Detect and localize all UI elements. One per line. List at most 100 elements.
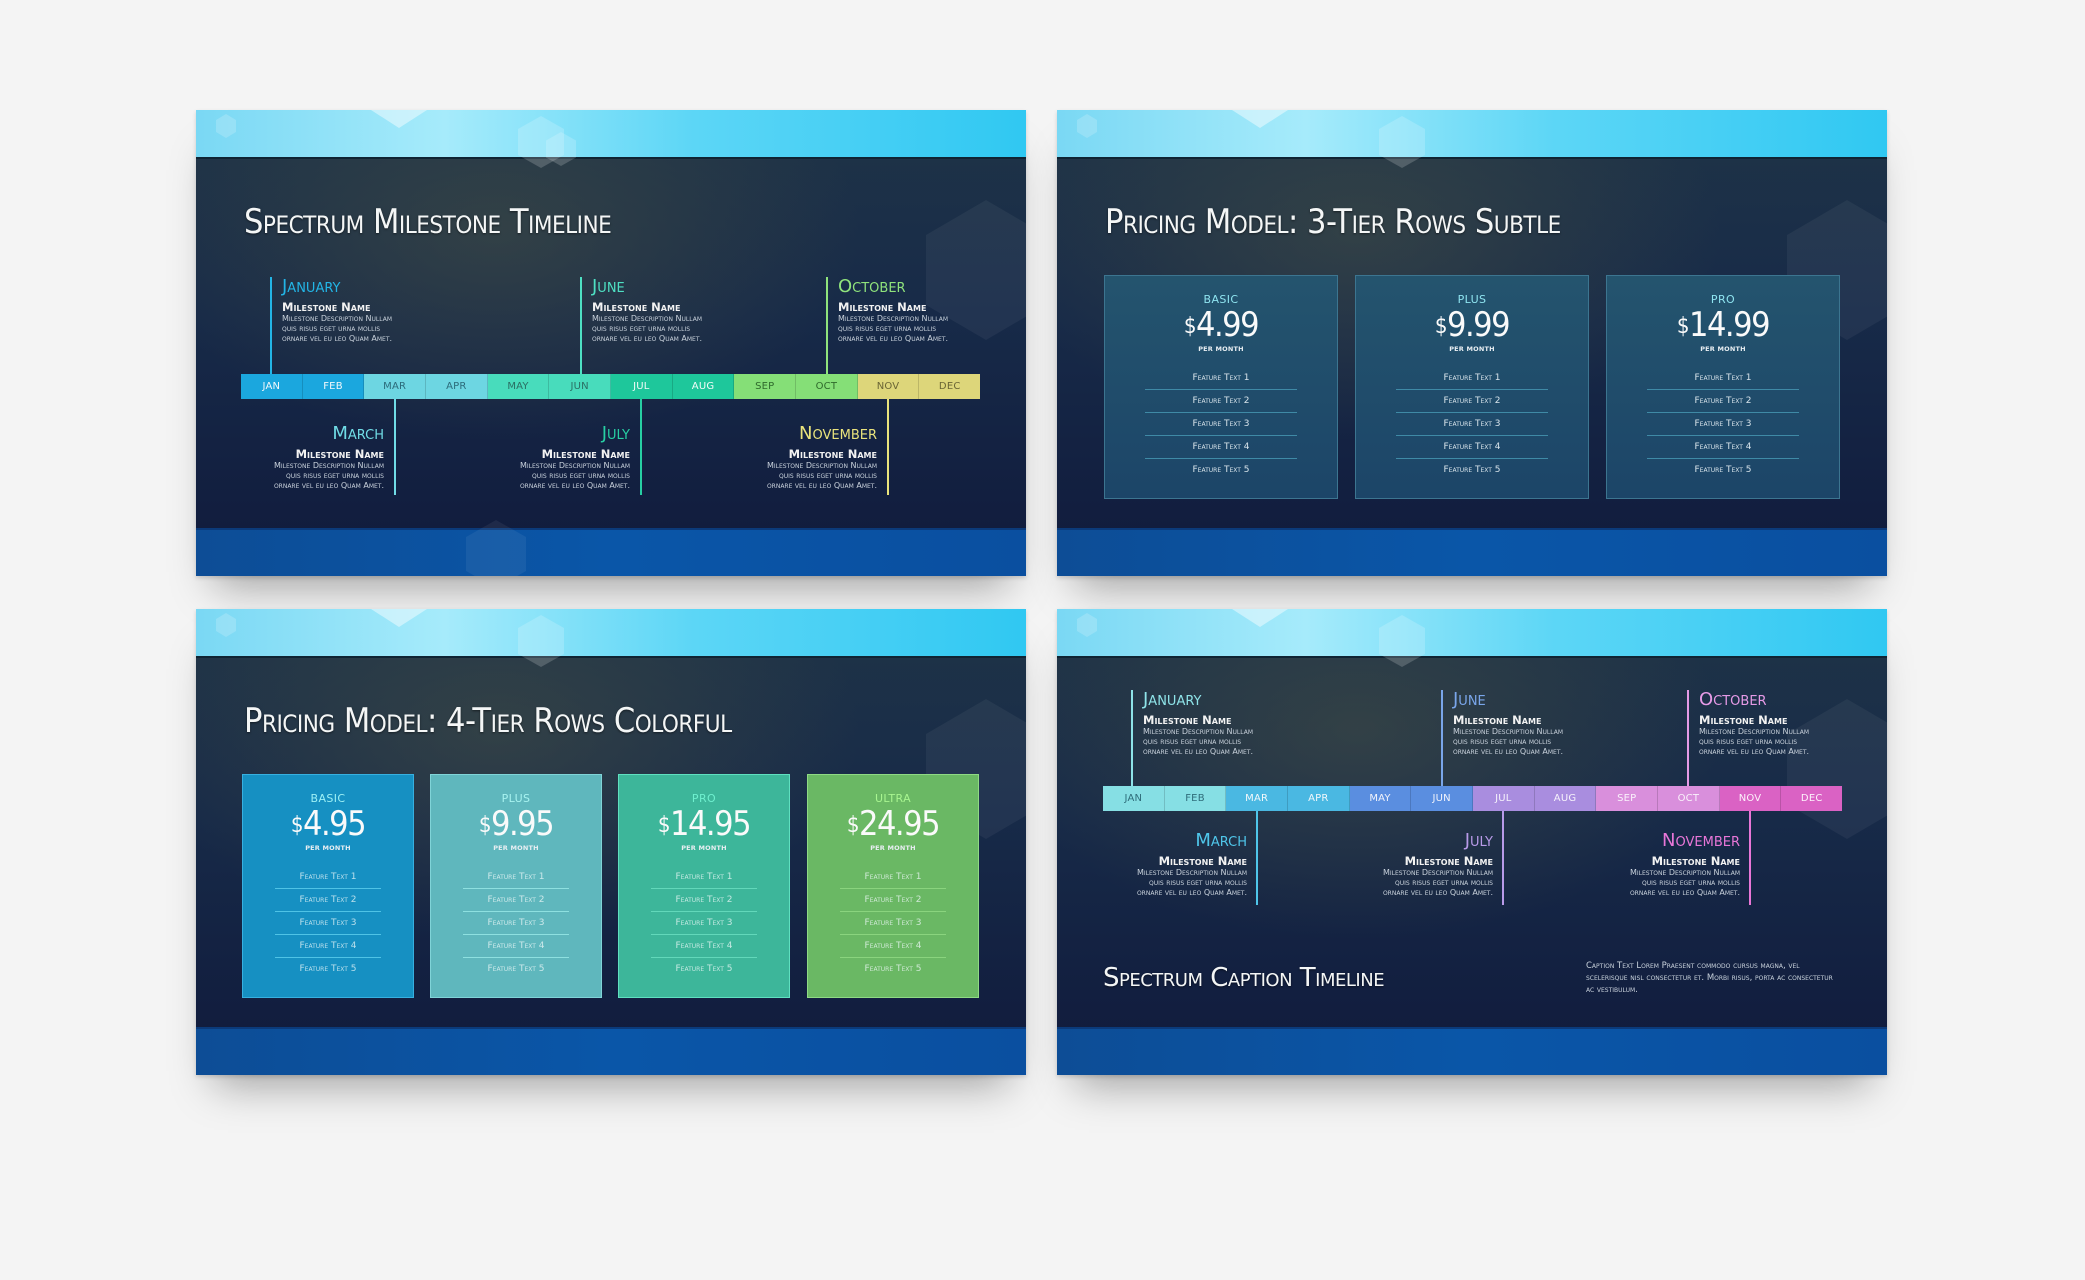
feature-item: Feature Text 4 bbox=[840, 935, 946, 958]
milestone-connector bbox=[394, 399, 396, 495]
pricing-card-ultra[interactable]: ULTRA $24.95 PER MONTH Feature Text 1 Featur… bbox=[807, 774, 979, 998]
feature-list: Feature Text 1 Feature Text 2 Feature Text… bbox=[1145, 367, 1297, 482]
feature-item: Feature Text 3 bbox=[275, 912, 381, 935]
milestone-name: Milestone Name bbox=[788, 447, 877, 461]
milestone-month: July bbox=[601, 423, 630, 444]
feature-item: Feature Text 2 bbox=[463, 889, 569, 912]
slide-caption-timeline[interactable]: January Milestone Name Milestone Descrip… bbox=[1057, 609, 1887, 1075]
timeline-month-may: MAY bbox=[487, 374, 550, 399]
milestone-month: November bbox=[799, 423, 877, 444]
milestone-name: Milestone Name bbox=[295, 447, 384, 461]
timeline-month-mar: MAR bbox=[1226, 786, 1289, 811]
slide-milestone-timeline[interactable]: Spectrum Milestone Timeline January Mile… bbox=[196, 110, 1026, 576]
pricing-card-pro[interactable]: PRO $14.95 PER MONTH Feature Text 1 Feature … bbox=[618, 774, 790, 998]
feature-item: Feature Text 1 bbox=[463, 866, 569, 889]
feature-item: Feature Text 3 bbox=[1145, 413, 1297, 436]
timeline-month-sep: SEP bbox=[1596, 786, 1659, 811]
milestone-name: Milestone Name bbox=[1651, 854, 1740, 868]
feature-item: Feature Text 1 bbox=[1145, 367, 1297, 390]
pricing-card-basic[interactable]: BASIC $4.99 PER MONTH Feature Text 1 Feature… bbox=[1104, 275, 1338, 499]
hexagon-decoration bbox=[216, 114, 236, 138]
timeline-month-oct: OCT bbox=[1658, 786, 1720, 811]
feature-item: Feature Text 4 bbox=[1145, 436, 1297, 459]
feature-item: Feature Text 4 bbox=[463, 935, 569, 958]
timeline-month-nov: NOV bbox=[857, 374, 920, 399]
milestone-name: Milestone Name bbox=[1453, 713, 1542, 727]
slide-title: Pricing Model: 4-Tier Rows Colorful bbox=[244, 701, 732, 741]
milestone-connector bbox=[1256, 811, 1258, 905]
currency-symbol: $ bbox=[1434, 314, 1448, 339]
pricing-card-pro[interactable]: PRO $14.99 PER MONTH Feature Text 1 Feature … bbox=[1606, 275, 1840, 499]
slide-pricing-3-tier[interactable]: Pricing Model: 3-Tier Rows Subtle BASIC $… bbox=[1057, 110, 1887, 576]
milestone-month: November bbox=[1662, 830, 1740, 851]
pricing-card-plus[interactable]: PLUS $9.99 PER MONTH Feature Text 1 Feature … bbox=[1355, 275, 1589, 499]
price-amount: 14.95 bbox=[670, 804, 752, 844]
milestone-connector bbox=[1687, 690, 1689, 786]
milestone-month: July bbox=[1464, 830, 1493, 851]
milestone-description: Milestone Description Nullam quis risus … bbox=[1453, 727, 1564, 756]
slide-header-band bbox=[196, 609, 1026, 667]
price: $9.95 bbox=[431, 806, 601, 842]
currency-symbol: $ bbox=[657, 813, 671, 838]
feature-item: Feature Text 2 bbox=[651, 889, 757, 912]
milestone-connector bbox=[1441, 690, 1443, 786]
feature-item: Feature Text 3 bbox=[1647, 413, 1799, 436]
feature-item: Feature Text 1 bbox=[651, 866, 757, 889]
timeline-month-jul: JUL bbox=[1473, 786, 1535, 811]
timeline-month-jan: JAN bbox=[241, 374, 303, 399]
hexagon-decoration bbox=[1379, 116, 1425, 168]
milestone-name: Milestone Name bbox=[282, 300, 371, 314]
slide-title: Pricing Model: 3-Tier Rows Subtle bbox=[1105, 202, 1561, 242]
hexagon-decoration bbox=[1077, 613, 1097, 637]
feature-item: Feature Text 1 bbox=[1396, 367, 1548, 390]
timeline-month-feb: FEB bbox=[1164, 786, 1227, 811]
feature-item: Feature Text 2 bbox=[275, 889, 381, 912]
currency-symbol: $ bbox=[1676, 314, 1690, 339]
price: $4.95 bbox=[243, 806, 413, 842]
billing-period: PER MONTH bbox=[1700, 345, 1746, 353]
timeline-month-jul: JUL bbox=[611, 374, 673, 399]
billing-period: PER MONTH bbox=[493, 844, 539, 852]
timeline-bar: JAN FEB MAR APR MAY JUN JUL AUG SEP OCT NOV DEC bbox=[241, 374, 981, 399]
hexagon-decoration bbox=[1379, 615, 1425, 667]
hexagon-decoration bbox=[216, 613, 236, 637]
price: $14.95 bbox=[619, 806, 789, 842]
feature-list: Feature Text 1 Feature Text 2 Feature Text… bbox=[275, 866, 381, 981]
milestone-name: Milestone Name bbox=[1143, 713, 1232, 727]
currency-symbol: $ bbox=[478, 813, 492, 838]
milestone-name: Milestone Name bbox=[592, 300, 681, 314]
milestone-month: January bbox=[282, 276, 341, 297]
billing-period: PER MONTH bbox=[681, 844, 727, 852]
slide-pricing-4-tier[interactable]: Pricing Model: 4-Tier Rows Colorful BASI… bbox=[196, 609, 1026, 1075]
price: $4.99 bbox=[1105, 307, 1337, 343]
milestone-description: Milestone Description Nullam quis risus … bbox=[766, 461, 877, 490]
milestone-connector bbox=[270, 277, 272, 374]
feature-list: Feature Text 1 Feature Text 2 Feature Text… bbox=[1396, 367, 1548, 482]
milestone-name: Milestone Name bbox=[541, 447, 630, 461]
timeline-month-feb: FEB bbox=[302, 374, 365, 399]
pricing-card-basic[interactable]: BASIC $4.95 PER MONTH Feature Text 1 Feature… bbox=[242, 774, 414, 998]
price: $24.95 bbox=[808, 806, 978, 842]
feature-item: Feature Text 4 bbox=[1647, 436, 1799, 459]
feature-list: Feature Text 1 Feature Text 2 Feature Text… bbox=[651, 866, 757, 981]
pricing-card-plus[interactable]: PLUS $9.95 PER MONTH Feature Text 1 Feature … bbox=[430, 774, 602, 998]
chevron-decoration bbox=[1232, 609, 1288, 627]
feature-item: Feature Text 5 bbox=[487, 964, 545, 974]
timeline-month-oct: OCT bbox=[796, 374, 858, 399]
milestone-description: Milestone Description Nullam quis risus … bbox=[592, 314, 703, 343]
currency-symbol: $ bbox=[290, 813, 304, 838]
milestone-name: Milestone Name bbox=[838, 300, 927, 314]
feature-item: Feature Text 1 bbox=[1647, 367, 1799, 390]
timeline-month-sep: SEP bbox=[734, 374, 797, 399]
milestone-name: Milestone Name bbox=[1158, 854, 1247, 868]
milestone-connector bbox=[1749, 811, 1751, 905]
timeline-month-jun: JUN bbox=[1411, 786, 1474, 811]
feature-item: Feature Text 3 bbox=[651, 912, 757, 935]
chevron-decoration bbox=[1232, 110, 1288, 128]
price-amount: 24.95 bbox=[859, 804, 941, 844]
milestone-month: June bbox=[592, 276, 625, 297]
milestone-name: Milestone Name bbox=[1699, 713, 1788, 727]
milestone-connector bbox=[887, 399, 889, 495]
timeline-month-aug: AUG bbox=[672, 374, 735, 399]
feature-item: Feature Text 4 bbox=[275, 935, 381, 958]
